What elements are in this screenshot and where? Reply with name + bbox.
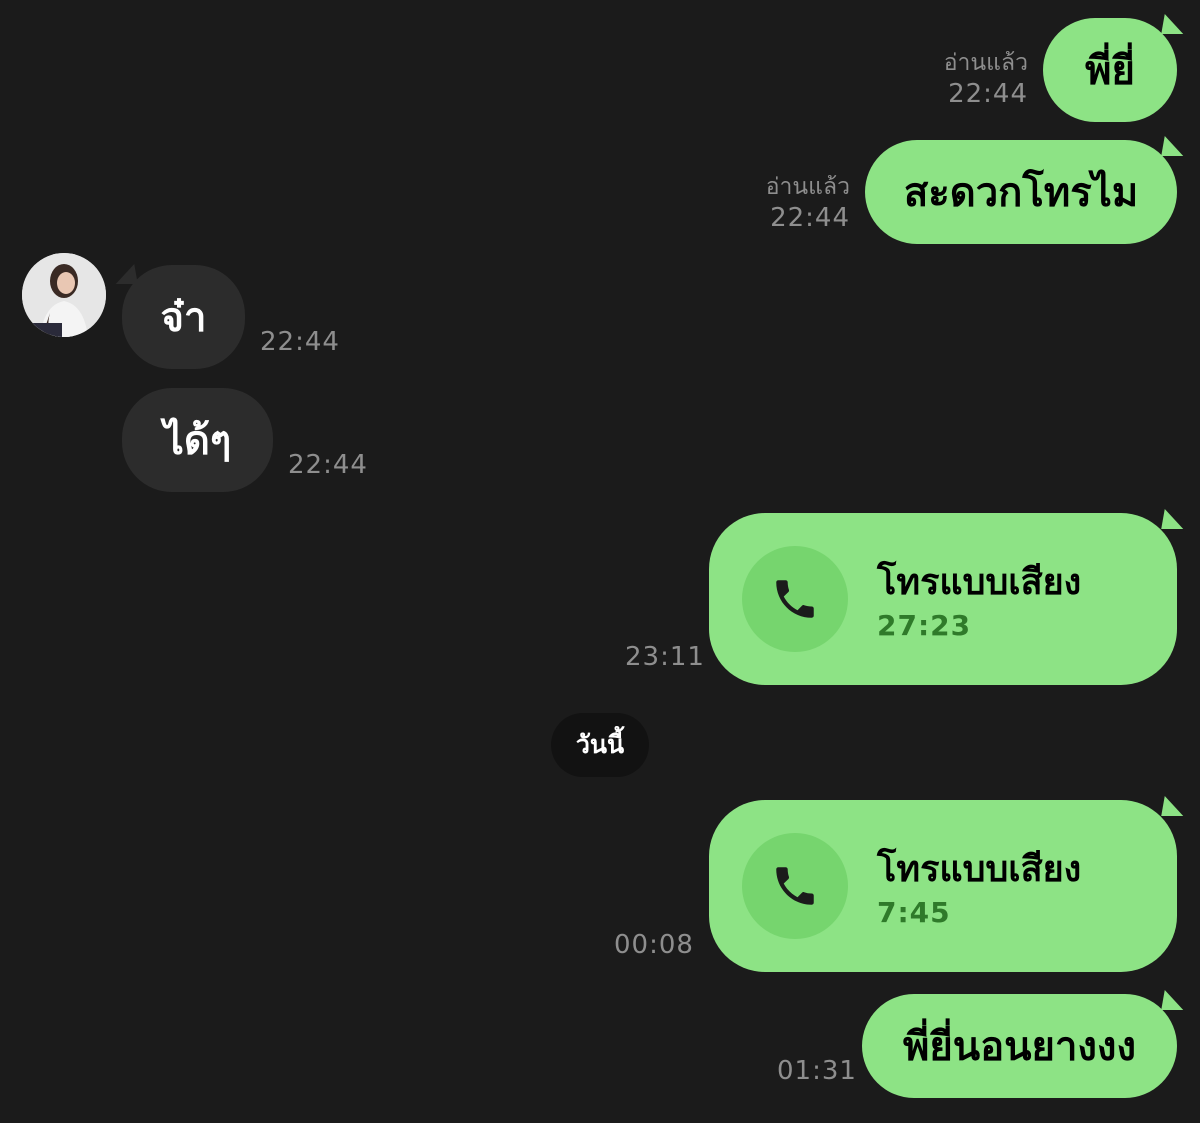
- voice-call-bubble[interactable]: โทรแบบเสียง 7:45: [709, 800, 1177, 972]
- message-bubble-outgoing[interactable]: พี่ยี่นอนยางงง: [862, 994, 1177, 1098]
- contact-avatar[interactable]: [22, 253, 106, 337]
- message-text: สะดวกโทรไม: [903, 170, 1139, 216]
- bubble-tail: [112, 264, 138, 284]
- bubble-tail: [1161, 796, 1187, 816]
- call-title: โทรแบบเสียง: [877, 562, 1082, 603]
- read-receipt: อ่านแล้ว: [765, 174, 850, 200]
- message-time: 23:11: [625, 642, 705, 672]
- bubble-tail: [1161, 509, 1187, 529]
- message-bubble-incoming[interactable]: ได้ๆ: [122, 388, 273, 492]
- message-time: 22:44: [948, 79, 1028, 109]
- message-text: จ๋า: [160, 295, 207, 341]
- voice-call-bubble[interactable]: โทรแบบเสียง 27:23: [709, 513, 1177, 685]
- phone-icon: [742, 546, 848, 652]
- message-text: พี่ยี่นอนยางงง: [902, 1024, 1136, 1070]
- message-bubble-outgoing[interactable]: สะดวกโทรไม: [865, 140, 1177, 244]
- call-duration: 7:45: [877, 896, 951, 929]
- message-text: พี่ยี่: [1085, 48, 1135, 94]
- call-duration: 27:23: [877, 609, 972, 642]
- bubble-tail: [1161, 14, 1187, 34]
- bubble-tail: [1161, 990, 1187, 1010]
- message-meta: อ่านแล้ว 22:44: [766, 172, 850, 234]
- message-meta: อ่านแล้ว 22:44: [944, 48, 1028, 110]
- read-receipt: อ่านแล้ว: [943, 50, 1028, 76]
- bubble-tail: [1161, 136, 1187, 156]
- call-title: โทรแบบเสียง: [877, 849, 1082, 890]
- message-time: 00:08: [614, 930, 694, 960]
- message-time: 22:44: [288, 450, 368, 480]
- date-separator: วันนี้: [551, 713, 649, 777]
- message-time: 01:31: [777, 1056, 857, 1086]
- message-time: 22:44: [770, 203, 850, 233]
- message-text: ได้ๆ: [163, 418, 232, 464]
- phone-icon: [742, 833, 848, 939]
- message-bubble-incoming[interactable]: จ๋า: [122, 265, 245, 369]
- message-time: 22:44: [260, 327, 340, 357]
- message-bubble-outgoing[interactable]: พี่ยี่: [1043, 18, 1177, 122]
